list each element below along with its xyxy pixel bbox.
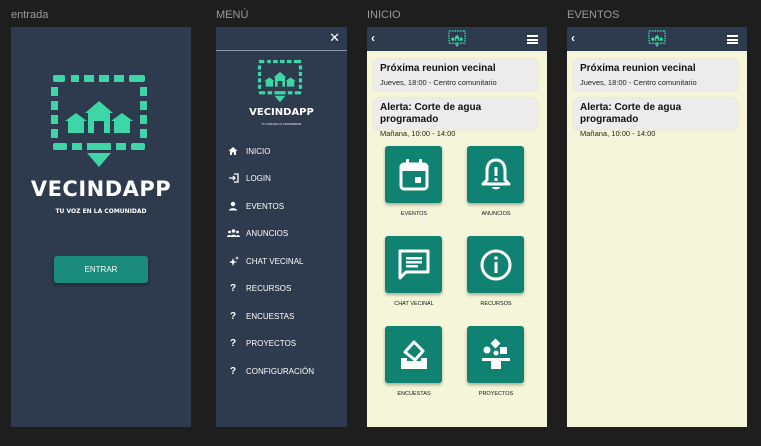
tile-label: CHAT VECINAL	[394, 301, 434, 307]
frame-label-eventos: EVENTOS	[567, 9, 620, 21]
tile-chat-vecinal[interactable]	[385, 236, 442, 293]
tile-label: EVENTOS	[400, 211, 428, 217]
menu-item-label: INICIO	[246, 146, 271, 156]
tile-label: ENCUESTAS	[397, 391, 431, 397]
sparkle-icon	[225, 254, 241, 268]
frame-label-menu: MENÚ	[216, 9, 249, 21]
question-icon: ?	[229, 310, 237, 322]
menu-item-encuestas[interactable]: ? ENCUESTAS	[225, 309, 294, 323]
menu-item-label: CONFIGURACIÓN	[246, 366, 314, 376]
vecindapp-logo-icon	[257, 59, 303, 105]
tile-label: RECURSOS	[480, 301, 512, 307]
close-icon[interactable]: ✕	[329, 30, 340, 46]
menu-item-label: ENCUESTAS	[246, 311, 295, 321]
inicio-screen: ‹ Próxima reunion vecinal Jueves, 18:00 …	[367, 27, 547, 427]
card-title: Próxima reunion vecinal	[580, 63, 696, 74]
brand-name: VECINDAPP	[249, 107, 314, 118]
menu-item-anuncios[interactable]: ANUNCIOS	[225, 226, 288, 240]
menu-item-configuracion[interactable]: ? CONFIGURACIÓN	[225, 364, 314, 378]
home-icon	[225, 144, 241, 158]
event-card[interactable]: Próxima reunion vecinal Jueves, 18:00 - …	[373, 59, 538, 91]
chat-icon	[398, 249, 429, 279]
vecindapp-logo-icon[interactable]	[646, 30, 668, 48]
menu-item-login[interactable]: LOGIN	[225, 171, 271, 185]
card-title: Alerta: Corte de agua programado	[580, 102, 682, 125]
tile-recursos[interactable]	[467, 236, 524, 293]
entrada-screen: VECINDAPP TU VOZ EN LA COMUNIDAD ENTRAR	[11, 27, 191, 427]
menu-item-chat-vecinal[interactable]: CHAT VECINAL	[225, 254, 304, 268]
bell-alert-icon	[481, 158, 510, 189]
alert-card[interactable]: Alerta: Corte de agua programado Mañana,…	[373, 98, 538, 138]
login-icon	[225, 171, 241, 185]
tile-proyectos[interactable]	[467, 326, 524, 383]
app-bar: ‹	[567, 27, 747, 51]
hamburger-menu-icon[interactable]	[727, 35, 738, 44]
tile-label: PROYECTOS	[478, 391, 514, 397]
frame-label-entrada: entrada	[11, 9, 49, 21]
info-icon	[480, 249, 511, 280]
menu-item-eventos[interactable]: EVENTOS	[225, 199, 284, 213]
tile-encuestas[interactable]	[385, 326, 442, 383]
menu-item-label: RECURSOS	[246, 283, 292, 293]
menu-item-label: EVENTOS	[246, 201, 285, 211]
eventos-screen: ‹ Próxima reunion vecinal Jueves, 18:00 …	[567, 27, 747, 427]
event-card[interactable]: Próxima reunion vecinal Jueves, 18:00 - …	[573, 59, 738, 91]
tile-eventos[interactable]	[385, 146, 442, 203]
card-subtitle: Mañana, 10:00 - 14:00	[580, 129, 656, 138]
menu-item-label: ANUNCIOS	[246, 228, 289, 238]
menu-item-label: CHAT VECINAL	[246, 256, 304, 266]
back-icon[interactable]: ‹	[371, 30, 375, 46]
menu-item-recursos[interactable]: ? RECURSOS	[225, 281, 291, 295]
menu-item-label: LOGIN	[246, 173, 271, 183]
question-icon: ?	[229, 337, 237, 349]
back-icon[interactable]: ‹	[571, 30, 575, 46]
enter-button[interactable]: ENTRAR	[54, 256, 148, 283]
calendar-icon	[399, 158, 428, 190]
card-title: Alerta: Corte de agua programado	[380, 102, 482, 125]
frame-label-inicio: INICIO	[367, 9, 401, 21]
card-subtitle: Mañana, 10:00 - 14:00	[380, 129, 456, 138]
group-icon	[225, 226, 241, 240]
alert-card[interactable]: Alerta: Corte de agua programado Mañana,…	[573, 98, 738, 138]
question-icon: ?	[229, 282, 237, 294]
brand-name: VECINDAPP	[30, 177, 172, 201]
vecindapp-logo-icon[interactable]	[446, 30, 468, 48]
menu-item-proyectos[interactable]: ? PROYECTOS	[225, 336, 296, 350]
hamburger-menu-icon[interactable]	[527, 35, 538, 44]
card-subtitle: Jueves, 18:00 - Centro comunitario	[580, 78, 697, 87]
menu-topbar: ✕	[216, 27, 347, 51]
app-bar: ‹	[367, 27, 547, 51]
menu-screen: ✕ VECINDAPP TU VOZ EN LA COMUNIDAD INICI…	[216, 27, 347, 427]
project-icon	[481, 338, 510, 369]
ballot-icon	[400, 340, 427, 369]
tile-anuncios[interactable]	[467, 146, 524, 203]
question-icon: ?	[229, 365, 237, 377]
person-icon	[225, 199, 241, 213]
tile-label: ANUNCIOS	[481, 211, 511, 217]
menu-item-inicio[interactable]: INICIO	[225, 144, 270, 158]
brand-tagline: TU VOZ EN LA COMUNIDAD	[55, 208, 147, 215]
brand-tagline: TU VOZ EN LA COMUNIDAD	[261, 122, 302, 126]
menu-item-label: PROYECTOS	[246, 338, 297, 348]
card-title: Próxima reunion vecinal	[380, 63, 496, 74]
card-subtitle: Jueves, 18:00 - Centro comunitario	[380, 78, 497, 87]
vecindapp-logo-icon	[49, 73, 149, 173]
